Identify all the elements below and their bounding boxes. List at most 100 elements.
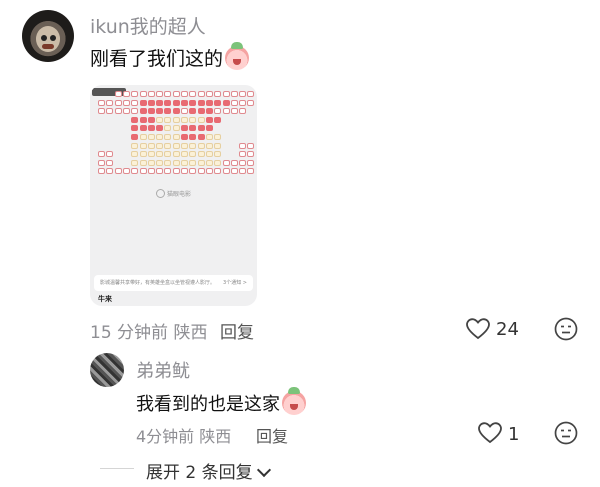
reply-button[interactable]: 回复 <box>220 318 254 343</box>
seat <box>239 168 247 175</box>
seat <box>147 168 155 175</box>
comment-image-seat-map[interactable]: 猫眼电影 影城温馨共享带好，有英雄坐盒以坐管视遵人影厅。 3个通知 > 牛来 <box>90 85 257 306</box>
seat <box>139 159 147 166</box>
comment-meta: 15 分钟前 陕西 <box>90 323 208 343</box>
comment-username[interactable]: ikun我的超人 <box>90 12 206 39</box>
seat <box>131 91 139 97</box>
seat <box>98 99 105 106</box>
avatar-eye <box>41 35 47 41</box>
seat <box>98 159 105 166</box>
seat <box>131 142 139 149</box>
seat <box>214 99 222 106</box>
reply-avatar[interactable] <box>90 353 124 387</box>
seat <box>230 108 238 115</box>
seat <box>214 108 222 115</box>
seat <box>131 125 139 132</box>
comment-text-content: 刚看了我们这的 <box>90 48 224 70</box>
seat <box>181 142 188 149</box>
seat <box>214 142 222 149</box>
seat <box>122 99 130 106</box>
seat <box>205 99 213 106</box>
seat <box>197 91 205 97</box>
seat <box>114 99 122 106</box>
seat <box>205 159 213 166</box>
expand-divider <box>100 468 134 469</box>
seat <box>222 91 230 97</box>
seat <box>172 134 180 140</box>
seat <box>205 116 213 123</box>
seat <box>147 142 155 149</box>
seat <box>189 168 197 175</box>
heart-icon[interactable] <box>478 422 502 444</box>
seat <box>172 125 180 132</box>
seat <box>147 91 155 97</box>
seat <box>139 91 147 97</box>
seat <box>181 116 188 123</box>
seat <box>239 142 247 149</box>
seat <box>239 108 247 115</box>
avatar[interactable] <box>22 10 74 62</box>
seat <box>122 168 130 175</box>
seat <box>139 168 147 175</box>
seat <box>139 142 147 149</box>
seat <box>205 134 213 140</box>
seat <box>247 91 255 97</box>
seat <box>172 159 180 166</box>
seat <box>230 99 238 106</box>
seat <box>205 91 213 97</box>
seat <box>164 168 172 175</box>
notice-text: 影城温馨共享带好，有英雄坐盒以坐管视遵人影厅。 <box>100 280 216 286</box>
seat <box>197 168 205 175</box>
seat <box>164 159 172 166</box>
seat <box>147 125 155 132</box>
seat <box>172 116 180 123</box>
heart-icon[interactable] <box>466 318 490 340</box>
reply-meta: 4分钟前 陕西 <box>136 427 232 446</box>
seat <box>147 159 155 166</box>
seat <box>139 134 147 140</box>
seat <box>156 134 164 140</box>
seat <box>189 125 197 132</box>
seat <box>222 99 230 106</box>
seat <box>181 134 188 140</box>
seat <box>172 108 180 115</box>
seat <box>139 151 147 158</box>
watermark-text: 猫眼电影 <box>167 191 192 198</box>
seat <box>181 125 188 132</box>
seat <box>181 91 188 97</box>
seat <box>164 99 172 106</box>
dislike-face-icon[interactable] <box>554 317 578 341</box>
seat <box>98 108 105 115</box>
dislike-face-icon[interactable] <box>554 421 578 445</box>
reply-reply-button[interactable]: 回复 <box>256 423 288 447</box>
seat <box>156 142 164 149</box>
crying-emoji-icon <box>225 42 250 70</box>
notice-more: 3个通知 > <box>223 280 247 286</box>
seat <box>189 91 197 97</box>
reply-username[interactable]: 弟弟鱿 <box>136 357 190 383</box>
reply-like-count: 1 <box>508 424 520 445</box>
expand-replies-button[interactable]: 展开 2 条回复 <box>146 458 271 483</box>
seat <box>139 116 147 123</box>
seat <box>230 168 238 175</box>
seat <box>147 151 155 158</box>
seat <box>106 159 114 166</box>
seat <box>156 159 164 166</box>
seat <box>247 99 255 106</box>
seat <box>139 125 147 132</box>
seat <box>214 91 222 97</box>
seat <box>197 151 205 158</box>
seat <box>197 159 205 166</box>
seat <box>98 151 105 158</box>
seat <box>139 108 147 115</box>
chevron-down-icon <box>256 462 271 478</box>
seat <box>147 99 155 106</box>
seat <box>214 168 222 175</box>
seat <box>114 91 122 97</box>
like-count: 24 <box>496 319 519 340</box>
seat <box>131 99 139 106</box>
seat <box>239 159 247 166</box>
seat <box>131 168 139 175</box>
seat <box>156 151 164 158</box>
seat <box>197 134 205 140</box>
